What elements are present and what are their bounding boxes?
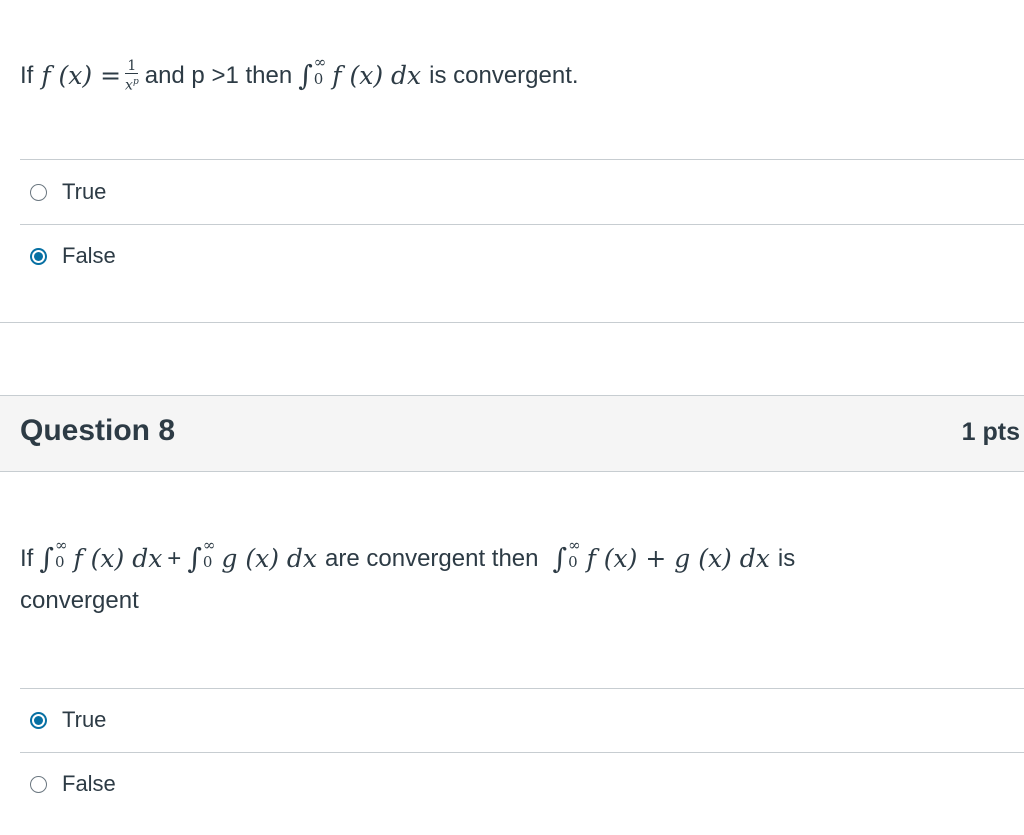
- integral-lower-limit: 0: [313, 70, 324, 88]
- quiz-page: If f (x) = 1 xp and p >1 then ∫ ∞ 0 f (x…: [0, 0, 1024, 835]
- integral-symbol: ∫ ∞ 0: [39, 536, 68, 576]
- question-separator: [0, 322, 1024, 323]
- radio-button[interactable]: [30, 775, 47, 793]
- radio-button-selected[interactable]: [30, 247, 47, 265]
- answer-label: False: [62, 243, 116, 268]
- plus-sign: +: [167, 545, 182, 572]
- radio-button-selected[interactable]: [30, 711, 47, 729]
- integrand: f (x) dx: [332, 61, 422, 90]
- integral-symbol: ∫ ∞ 0: [298, 53, 327, 93]
- question-8-suffix: is: [777, 545, 796, 572]
- fraction-numerator: 1: [125, 58, 139, 75]
- question-8-text: If ∫ ∞ 0 f (x) dx + ∫ ∞ 0 g (x) dx are c…: [20, 538, 960, 622]
- integral-upper-limit: ∞: [54, 536, 68, 554]
- integral-upper-limit: ∞: [568, 536, 581, 554]
- fraction-exponent: p: [132, 77, 139, 88]
- integral-symbol: ∫ ∞ 0: [552, 536, 581, 576]
- answer-label: False: [62, 771, 116, 796]
- answer-option-false[interactable]: False: [20, 224, 1020, 288]
- question-7-condition: and p >1 then: [144, 62, 293, 89]
- integral-lower-limit: 0: [202, 553, 213, 571]
- integral-upper-limit: ∞: [202, 536, 216, 554]
- integrand-sum: f (x) + g (x) dx: [586, 544, 770, 573]
- answer-option-true[interactable]: True: [20, 160, 1020, 224]
- integrand-f: f (x) dx: [73, 544, 163, 573]
- integral-lower-limit: 0: [568, 553, 578, 571]
- answer-label: True: [62, 179, 107, 204]
- question-8-suffix-line2: convergent: [20, 587, 139, 614]
- question-header: Question 8 1 pts: [0, 395, 1024, 472]
- integral-symbol: ∫ ∞ 0: [187, 536, 216, 576]
- integral-lower-limit: 0: [54, 553, 65, 571]
- fraction: 1 xp: [125, 59, 139, 93]
- answer-option-true[interactable]: True: [20, 688, 1020, 752]
- function-definition: f (x) =: [41, 61, 122, 90]
- question-8-middle: are convergent then: [325, 545, 539, 572]
- answer-label: True: [62, 707, 107, 732]
- radio-button[interactable]: [30, 183, 47, 201]
- question-7-prefix: If: [20, 62, 34, 89]
- answer-option-false[interactable]: False: [20, 752, 1020, 816]
- question-7-suffix: is convergent.: [429, 62, 579, 89]
- integrand-g: g (x) dx: [221, 544, 318, 573]
- question-8-prefix: If: [20, 545, 34, 572]
- question-title: Question 8: [20, 414, 176, 447]
- question-points: 1 pts: [961, 418, 1020, 446]
- question-7-text: If f (x) = 1 xp and p >1 then ∫ ∞ 0 f (x…: [20, 52, 579, 100]
- integral-upper-limit: ∞: [313, 53, 327, 71]
- fraction-denominator: xp: [125, 77, 139, 94]
